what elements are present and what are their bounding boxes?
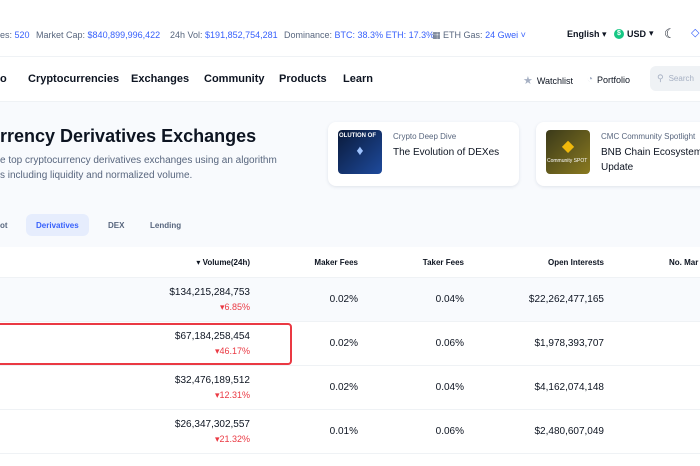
gas-label: ETH Gas: [443, 30, 483, 40]
volume-change: 21.32% [215, 434, 250, 445]
coins-value[interactable]: 520 [15, 30, 30, 40]
portfolio-link[interactable]: ◔ Portfolio [587, 74, 630, 85]
volume-value[interactable]: $191,852,754,281 [205, 30, 278, 40]
open-interest-cell: $2,480,607,049 [534, 426, 604, 437]
chevron-down-icon[interactable]: ˅ [521, 30, 526, 40]
nav-exchanges[interactable]: Exchanges [131, 73, 189, 85]
taker-fee-cell: 0.06% [435, 338, 464, 349]
taker-fee-cell: 0.04% [435, 382, 464, 393]
article-category: Crypto Deep Dive [393, 132, 457, 141]
volume-change: 12.31% [215, 390, 250, 401]
taker-fee-cell: 0.06% [435, 426, 464, 437]
article-title-line: Update [601, 162, 634, 173]
volume-cell: $32,476,189,512 [174, 375, 250, 386]
market-cap-stat: Market Cap: $840,899,996,422 [36, 30, 160, 40]
volume-header-label: Volume(24h) [202, 258, 250, 267]
table-row[interactable]: $134,215,284,753 6.85% 0.02% 0.04% $22,2… [0, 278, 700, 322]
tab-lending[interactable]: Lending [140, 214, 191, 236]
market-cap-label: Market Cap: [36, 30, 86, 40]
volume-cell: $134,215,284,753 [169, 287, 250, 298]
maker-fee-cell: 0.02% [329, 382, 358, 393]
tab-derivatives[interactable]: Derivatives [26, 214, 89, 236]
dominance-label: Dominance: [284, 30, 333, 40]
volume-cell: $26,347,302,557 [174, 419, 250, 430]
dominance-value[interactable]: BTC: 38.3% ETH: 17.3% [335, 30, 435, 40]
highlight-box [0, 323, 292, 365]
diamond-icon[interactable]: ◇ [691, 26, 699, 39]
pie-chart-icon: ◔ [587, 74, 594, 85]
gas-stat: ▦ ETH Gas: 24 Gwei ˅ [432, 30, 526, 41]
article-thumbnail: ◆ Community SPOT [546, 130, 590, 174]
currency-label: USD [627, 28, 647, 39]
tab-spot[interactable]: ot [0, 214, 18, 236]
search-input[interactable]: ⚲ Search [650, 66, 700, 91]
nav-community[interactable]: Community [204, 73, 265, 85]
currency-selector[interactable]: $ USD ▾ [614, 28, 654, 39]
open-interest-cell: $4,162,074,148 [534, 382, 604, 393]
dollar-icon: $ [614, 28, 624, 39]
caret-down-icon: ▾ [602, 29, 607, 39]
main-nav: o Cryptocurrencies Exchanges Community P… [0, 56, 700, 102]
taker-fee-cell: 0.04% [435, 294, 464, 305]
table-row[interactable]: $32,476,189,512 12.31% 0.02% 0.04% $4,16… [0, 366, 700, 410]
table-row[interactable]: $26,347,302,557 21.32% 0.01% 0.06% $2,48… [0, 410, 700, 454]
search-icon: ⚲ [657, 73, 664, 83]
moon-icon[interactable]: ☾ [664, 26, 676, 42]
table-header: ▾ Volume(24h) Maker Fees Taker Fees Open… [0, 250, 700, 278]
watchlist-link[interactable]: ★ Watchlist [523, 74, 573, 87]
volume-label: 24h Vol: [170, 30, 203, 40]
thumbnail-text: OLUTION OF [339, 133, 376, 139]
open-interest-cell: $1,978,393,707 [534, 338, 604, 349]
language-label: English [567, 29, 600, 39]
volume-column-header[interactable]: ▾ Volume(24h) [196, 258, 250, 267]
taker-fees-column-header[interactable]: Taker Fees [423, 258, 464, 267]
page-title: rrency Derivatives Exchanges [0, 126, 257, 146]
language-selector[interactable]: English ▾ [567, 29, 607, 40]
article-title: BNB Chain Ecosystem Update [601, 145, 700, 175]
open-interest-column-header[interactable]: Open Interests [548, 258, 604, 267]
dominance-stat: Dominance: BTC: 38.3% ETH: 17.3% [284, 30, 434, 40]
article-thumbnail: OLUTION OF ♦ [338, 130, 382, 174]
gas-value[interactable]: 24 Gwei [485, 30, 518, 40]
coins-stat: es: 520 [0, 30, 30, 40]
ethereum-icon: ♦ [356, 142, 364, 158]
maker-fees-column-header[interactable]: Maker Fees [314, 258, 358, 267]
nav-products[interactable]: Products [279, 73, 327, 85]
volume-stat: 24h Vol: $191,852,754,281 [170, 30, 278, 40]
nav-cryptocurrencies[interactable]: Cryptocurrencies [28, 73, 119, 85]
watchlist-label: Watchlist [536, 75, 574, 86]
market-cap-value[interactable]: $840,899,996,422 [88, 30, 161, 40]
page-description: e top cryptocurrency derivatives exchang… [0, 153, 290, 183]
portfolio-label: Portfolio [597, 74, 631, 85]
article-card-dexes[interactable]: OLUTION OF ♦ Crypto Deep Dive The Evolut… [328, 122, 519, 186]
article-card-bnb[interactable]: ◆ Community SPOT CMC Community Spotlight… [536, 122, 700, 186]
maker-fee-cell: 0.01% [329, 426, 358, 437]
volume-change: 6.85% [220, 302, 250, 313]
open-interest-cell: $22,262,477,165 [528, 294, 604, 305]
coins-label: es: [0, 30, 13, 40]
gas-pump-icon: ▦ [432, 30, 441, 40]
maker-fee-cell: 0.02% [329, 338, 358, 349]
bnb-icon: ◆ [561, 138, 575, 155]
article-title-line: BNB Chain Ecosystem [601, 147, 700, 158]
description-line: e top cryptocurrency derivatives exchang… [0, 155, 277, 166]
maker-fee-cell: 0.02% [329, 294, 358, 305]
search-placeholder: Search [668, 74, 694, 83]
nav-learn[interactable]: Learn [343, 73, 373, 85]
markets-column-header[interactable]: No. Mar [669, 258, 698, 267]
star-icon: ★ [523, 75, 533, 87]
sort-down-icon: ▾ [196, 258, 201, 267]
description-line: s including liquidity and normalized vol… [0, 170, 193, 181]
global-stats-bar: es: 520 Market Cap: $840,899,996,422 24h… [0, 22, 700, 48]
article-title: The Evolution of DEXes [393, 145, 499, 160]
article-category: CMC Community Spotlight [601, 132, 696, 141]
caret-down-icon: ▾ [649, 28, 654, 38]
logo[interactable]: o [0, 73, 7, 85]
tab-dex[interactable]: DEX [98, 214, 134, 236]
article-title-line: The Evolution of DEXes [393, 147, 500, 158]
thumbnail-text: Community SPOT [547, 158, 588, 164]
